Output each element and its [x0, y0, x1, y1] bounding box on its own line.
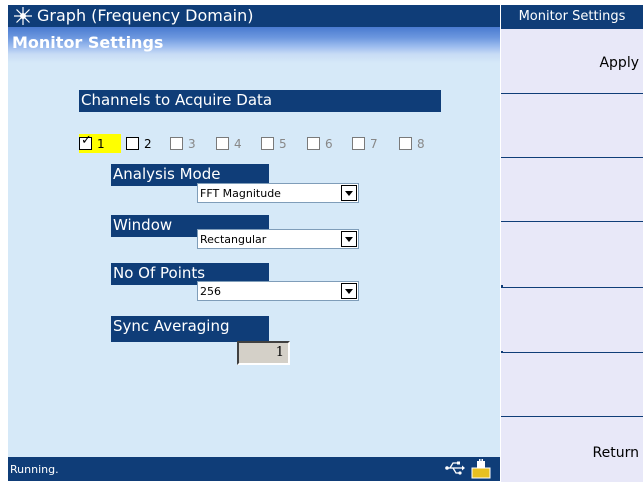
softkey-return-label: Return — [592, 445, 639, 461]
softkey-3[interactable] — [501, 157, 643, 221]
title-bar: Graph (Frequency Domain) — [8, 5, 500, 27]
channel-number-label: 4 — [234, 137, 242, 151]
checkmark-icon: ✓ — [81, 133, 92, 148]
softkey-apply-label: Apply — [599, 55, 639, 71]
channel-1-checkbox[interactable]: ✓ 1 — [79, 134, 121, 153]
no-of-points-value: 256 — [200, 285, 221, 298]
channel-number-label: 5 — [279, 137, 287, 151]
channel-number-label: 7 — [370, 137, 378, 151]
softkey-4[interactable] — [501, 221, 643, 285]
checkbox-box — [216, 137, 229, 150]
sync-averaging-label: Sync Averaging — [111, 316, 269, 342]
checkbox-box — [399, 137, 412, 150]
softkey-2[interactable] — [501, 93, 643, 157]
checkbox-box[interactable] — [126, 137, 139, 150]
status-bar: Running. — [8, 457, 500, 481]
channel-number-label: 1 — [97, 137, 105, 151]
window-value: Rectangular — [200, 233, 267, 246]
status-text: Running. — [10, 463, 59, 476]
window-select[interactable]: Rectangular — [197, 229, 359, 249]
page-title: Monitor Settings — [12, 33, 164, 52]
usb-icon — [445, 461, 465, 475]
channel-number-label: 2 — [144, 137, 152, 151]
channel-number-label: 6 — [325, 137, 333, 151]
softkey-5[interactable] — [501, 287, 643, 351]
analysis-mode-select[interactable]: FFT Magnitude — [197, 183, 359, 203]
softkey-return[interactable]: Return — [501, 416, 643, 482]
window-title: Graph (Frequency Domain) — [37, 6, 254, 25]
softkey-6[interactable] — [501, 352, 643, 416]
checkbox-box — [170, 137, 183, 150]
channel-number-label: 3 — [188, 137, 196, 151]
checkbox-box — [261, 137, 274, 150]
power-icon — [471, 459, 491, 479]
checkbox-box[interactable]: ✓ — [79, 133, 92, 150]
channels-label: Channels to Acquire Data — [79, 90, 441, 112]
sync-averaging-value: 1 — [275, 345, 284, 360]
analysis-mode-value: FFT Magnitude — [200, 187, 281, 200]
analysis-mode-dropdown-arrow-icon[interactable] — [341, 185, 357, 201]
softkey-menu-title: Monitor Settings — [501, 5, 643, 29]
channel-number-label: 8 — [417, 137, 425, 151]
app-logo-icon — [14, 7, 32, 25]
window-dropdown-arrow-icon[interactable] — [341, 231, 357, 247]
softkey-pane: Monitor Settings Apply Return — [501, 5, 643, 482]
no-of-points-select[interactable]: 256 — [197, 281, 359, 301]
softkey-apply[interactable]: Apply — [501, 29, 643, 93]
sync-averaging-input[interactable]: 1 — [237, 341, 290, 365]
no-of-points-dropdown-arrow-icon[interactable] — [341, 283, 357, 299]
checkbox-box — [307, 137, 320, 150]
page-header: Monitor Settings — [8, 27, 500, 63]
checkbox-box — [352, 137, 365, 150]
main-pane: Graph (Frequency Domain) Monitor Setting… — [8, 5, 500, 481]
channel-checkbox-group: ✓ 1 2 3 4 5 6 7 8 — [79, 134, 469, 157]
